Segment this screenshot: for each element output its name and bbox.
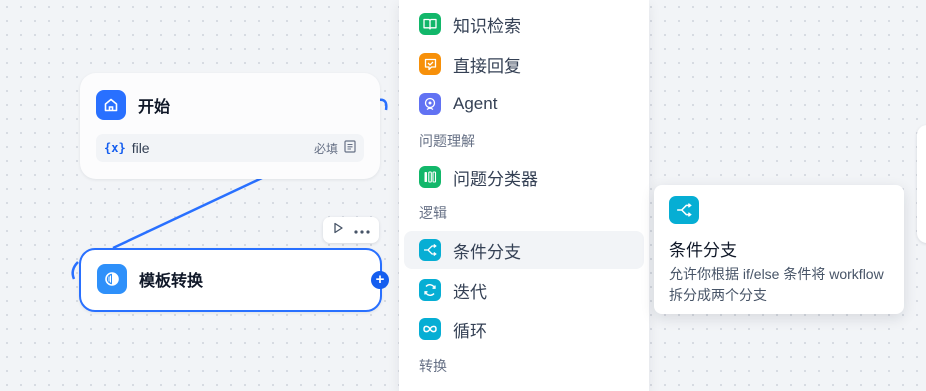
agent-icon [419, 93, 441, 115]
classifier-icon [419, 166, 441, 188]
menu-item-question-classifier[interactable]: 问题分类器 [404, 158, 644, 196]
branch-icon [419, 239, 441, 261]
start-node-header: 开始 [96, 90, 170, 120]
block-selector-menu: 知识检索 直接回复 Agent 问题理解 问题分类器 逻辑 条件分支 迭代 循环… [399, 0, 649, 391]
menu-item-knowledge-retrieval[interactable]: 知识检索 [404, 5, 644, 43]
menu-item-label: 直接回复 [453, 56, 521, 76]
template-node-title: 模板转换 [139, 273, 204, 290]
menu-item-direct-reply[interactable]: 直接回复 [404, 45, 644, 83]
iteration-icon [419, 279, 441, 301]
variable-name: file [131, 140, 150, 156]
start-node[interactable]: 开始 {x} file 必填 [80, 73, 380, 179]
reply-icon [419, 53, 441, 75]
run-icon[interactable] [332, 221, 344, 239]
start-node-title: 开始 [138, 99, 171, 116]
menu-item-label: Agent [453, 94, 498, 113]
edge-left-stub [71, 261, 79, 280]
menu-item-iteration[interactable]: 迭代 [404, 271, 644, 309]
block-tooltip: 条件分支 允许你根据 if/else 条件将 workflow 拆分成两个分支 [654, 185, 904, 314]
menu-item-agent[interactable]: Agent [404, 85, 644, 123]
menu-item-label: 知识检索 [453, 16, 521, 36]
file-document-icon [344, 140, 356, 156]
variable-required-label: 必填 [313, 141, 338, 156]
add-next-node-button[interactable]: + [371, 271, 389, 289]
loop-icon [419, 318, 441, 340]
menu-group-question: 问题理解 [419, 133, 475, 149]
template-transform-icon [97, 264, 127, 294]
menu-item-label: 循环 [453, 321, 487, 341]
menu-item-label: 条件分支 [453, 242, 521, 262]
tooltip-description: 允许你根据 if/else 条件将 workflow 拆分成两个分支 [669, 266, 884, 303]
template-node-header: 模板转换 [97, 264, 203, 294]
menu-item-loop[interactable]: 循环 [404, 310, 644, 348]
home-icon [96, 90, 126, 120]
menu-item-label: 问题分类器 [453, 169, 538, 189]
edge-start-to-template [112, 176, 263, 250]
book-icon [419, 13, 441, 35]
menu-group-transform: 转换 [419, 358, 447, 374]
variable-icon: {x} [104, 141, 126, 155]
more-options-icon[interactable] [354, 221, 370, 239]
tooltip-title: 条件分支 [669, 241, 737, 260]
node-toolbar [323, 217, 379, 243]
branch-icon [669, 196, 699, 224]
menu-group-logic: 逻辑 [419, 205, 447, 221]
start-variable-row[interactable]: {x} file 必填 [96, 134, 364, 162]
offscreen-node-card [917, 125, 926, 243]
menu-item-label: 迭代 [453, 282, 487, 302]
menu-item-if-else[interactable]: 条件分支 [404, 231, 644, 269]
template-transform-node[interactable]: 模板转换 [79, 248, 382, 312]
